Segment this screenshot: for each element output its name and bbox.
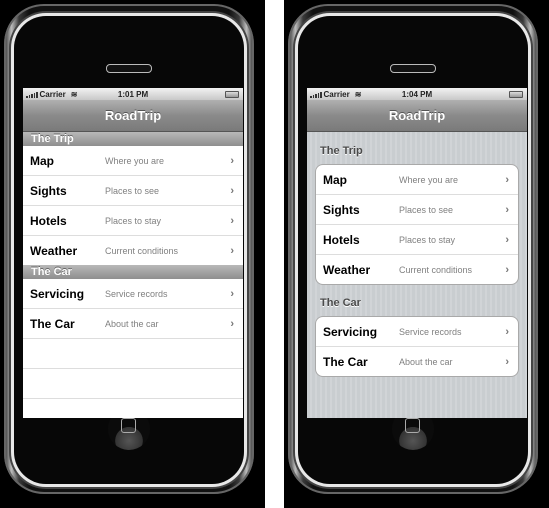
table-row-sights[interactable]: Sights Places to see ›	[23, 176, 243, 206]
row-subtitle: Where you are	[105, 155, 165, 166]
chevron-right-icon: ›	[230, 154, 234, 167]
chevron-right-icon: ›	[230, 184, 234, 197]
chevron-right-icon: ›	[505, 325, 509, 338]
row-subtitle: Places to stay	[399, 234, 456, 245]
speaker-grille	[106, 64, 152, 73]
table-row-sights[interactable]: Sights Places to see ›	[316, 195, 518, 225]
table-row-map[interactable]: Map Where you are ›	[23, 146, 243, 176]
table-row-weather[interactable]: Weather Current conditions ›	[23, 236, 243, 265]
empty-row	[23, 369, 243, 399]
group-the-car: Servicing Service records › The Car About t…	[315, 316, 519, 377]
chevron-right-icon: ›	[505, 233, 509, 246]
row-title: Servicing	[323, 324, 378, 339]
chevron-right-icon: ›	[505, 203, 509, 216]
row-title: Hotels	[323, 232, 360, 247]
section-header-the-trip: The Trip	[320, 145, 363, 157]
nav-title: RoadTrip	[388, 108, 446, 123]
row-subtitle: Places to see	[399, 204, 454, 215]
group-the-trip: Map Where you are › Sights Places to see › H…	[315, 164, 519, 285]
chevron-right-icon: ›	[230, 287, 234, 300]
home-square-icon	[121, 418, 136, 433]
section-header-the-car: The Car	[23, 265, 243, 279]
row-title: Weather	[323, 262, 371, 277]
table-row-the-car[interactable]: The Car About the car ›	[316, 347, 518, 376]
row-subtitle: Where you are	[399, 174, 459, 185]
navigation-bar: RoadTrip	[23, 100, 243, 132]
battery-icon	[509, 91, 523, 98]
row-subtitle: Current conditions	[399, 264, 473, 275]
row-subtitle: Current conditions	[105, 245, 179, 256]
empty-row	[23, 399, 243, 418]
row-subtitle: Service records	[105, 288, 168, 299]
chevron-right-icon: ›	[230, 317, 234, 330]
table-row-weather[interactable]: Weather Current conditions ›	[316, 255, 518, 284]
row-title: Map	[323, 172, 347, 187]
screen-grouped: Carrier ≋ 1:04 PM RoadTrip The Trip Map W…	[307, 88, 527, 418]
row-title: Servicing	[30, 286, 85, 301]
row-subtitle: About the car	[399, 356, 453, 367]
row-title: Sights	[30, 183, 67, 198]
home-square-icon	[405, 418, 420, 433]
battery-icon	[225, 91, 239, 98]
section-header-the-car: The Car	[320, 297, 361, 309]
row-subtitle: Places to stay	[105, 215, 162, 226]
chevron-right-icon: ›	[505, 263, 509, 276]
chevron-right-icon: ›	[230, 214, 234, 227]
row-subtitle: Places to see	[105, 185, 160, 196]
row-title: Hotels	[30, 213, 67, 228]
table-row-hotels[interactable]: Hotels Places to stay ›	[316, 225, 518, 255]
chevron-right-icon: ›	[505, 355, 509, 368]
row-title: Sights	[323, 202, 360, 217]
nav-title: RoadTrip	[104, 108, 162, 123]
status-bar: Carrier ≋ 1:04 PM	[307, 88, 527, 100]
clock: 1:04 PM	[401, 89, 433, 99]
empty-row	[23, 339, 243, 369]
phone-right: Carrier ≋ 1:04 PM RoadTrip The Trip Map W…	[284, 0, 549, 508]
table-row-servicing[interactable]: Servicing Service records ›	[316, 317, 518, 347]
phone-left: Carrier ≋ 1:01 PM RoadTrip The Trip Map W…	[0, 0, 265, 508]
chevron-right-icon: ›	[505, 173, 509, 186]
navigation-bar: RoadTrip	[307, 100, 527, 132]
row-title: Map	[30, 153, 54, 168]
row-title: The Car	[323, 354, 368, 369]
speaker-grille	[390, 64, 436, 73]
table-row-hotels[interactable]: Hotels Places to stay ›	[23, 206, 243, 236]
row-title: The Car	[30, 316, 75, 331]
section-header-the-trip: The Trip	[23, 132, 243, 146]
table-row-servicing[interactable]: Servicing Service records ›	[23, 279, 243, 309]
row-subtitle: About the car	[105, 318, 159, 329]
table-row-map[interactable]: Map Where you are ›	[316, 165, 518, 195]
screen-plain: Carrier ≋ 1:01 PM RoadTrip The Trip Map W…	[23, 88, 243, 418]
clock: 1:01 PM	[117, 89, 149, 99]
status-bar: Carrier ≋ 1:01 PM	[23, 88, 243, 100]
row-title: Weather	[30, 243, 78, 258]
chevron-right-icon: ›	[230, 244, 234, 257]
row-subtitle: Service records	[399, 326, 462, 337]
table-row-the-car[interactable]: The Car About the car ›	[23, 309, 243, 339]
